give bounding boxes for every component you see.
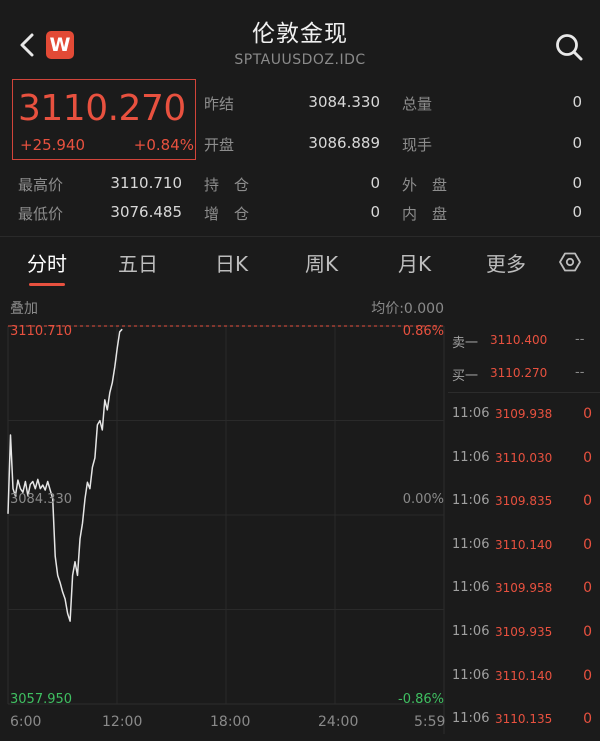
- chart-grid: [7, 325, 445, 734]
- tab-daily-k[interactable]: 日K: [215, 248, 248, 277]
- stat-label-prev-settle: 昨结: [204, 95, 235, 113]
- bid1-price: 3110.270: [490, 366, 548, 380]
- tick-time: 11:06: [452, 667, 490, 683]
- tick-row: 11:06 3110.140 0: [448, 668, 600, 698]
- stat-label-low: 最低价: [18, 205, 64, 223]
- tick-volume: 0: [583, 711, 592, 728]
- tick-time: 11:06: [452, 493, 490, 509]
- tick-row: 11:06 3110.140 0: [448, 537, 600, 567]
- pct-axis-top-label: 0.86%: [402, 324, 444, 339]
- stat-value-open: 3086.889: [308, 134, 380, 152]
- x-axis-label: 18:00: [210, 714, 251, 730]
- stat-value-current-lot: 0: [572, 134, 582, 152]
- x-axis-label: 24:00: [318, 714, 359, 730]
- tick-row: 11:06 3110.030 0: [448, 450, 600, 480]
- stat-label-high: 最高价: [18, 176, 64, 194]
- x-axis-label: 5:59: [414, 714, 446, 730]
- price-change-percent: +0.84%: [133, 136, 194, 154]
- tick-volume: 0: [583, 580, 592, 597]
- tick-row: 11:06 3109.958 0: [448, 580, 600, 610]
- tick-volume: 0: [583, 536, 592, 553]
- ask1-price: 3110.400: [490, 333, 548, 347]
- tick-time: 11:06: [452, 449, 490, 465]
- overlay-button[interactable]: 叠加: [10, 298, 38, 318]
- stat-value-total-volume: 0: [572, 93, 582, 111]
- tick-time: 11:06: [452, 711, 490, 727]
- divider: [0, 236, 600, 237]
- tick-volume: 0: [583, 493, 592, 510]
- tick-price: 3110.030: [495, 450, 553, 465]
- tab-five-day[interactable]: 五日: [118, 248, 158, 277]
- stat-value-high: 3110.710: [110, 174, 182, 192]
- settings-icon[interactable]: [558, 250, 582, 274]
- tick-time: 11:06: [452, 580, 490, 596]
- price-series-line: [7, 328, 123, 622]
- tick-price: 3110.140: [495, 668, 553, 683]
- pct-axis-bottom-label: -0.86%: [398, 692, 444, 707]
- page-title: 伦敦金现: [252, 21, 348, 47]
- tab-more[interactable]: 更多: [486, 248, 526, 277]
- stat-value-oi-change: 0: [370, 203, 380, 221]
- tick-price: 3110.135: [495, 712, 553, 727]
- bid1-volume: --: [575, 365, 585, 380]
- pct-axis-mid-label: 0.00%: [402, 492, 444, 507]
- order-book-divider: [448, 392, 600, 393]
- stat-value-low: 3076.485: [110, 203, 182, 221]
- x-axis-label: 12:00: [102, 714, 143, 730]
- tick-row: 11:06 3109.935 0: [448, 624, 600, 654]
- tab-weekly-k[interactable]: 周K: [305, 248, 338, 277]
- price-change: +25.940: [20, 136, 86, 154]
- tick-row: 11:06 3109.835 0: [448, 493, 600, 523]
- ask1-label: 卖一: [452, 336, 479, 351]
- stat-label-inner-volume: 内 盘: [402, 205, 448, 223]
- tick-volume: 0: [583, 667, 592, 684]
- tick-row: 11:06 3110.135 0: [448, 711, 600, 741]
- tick-price: 3109.935: [495, 625, 553, 639]
- stat-value-inner-volume: 0: [572, 203, 582, 221]
- search-icon[interactable]: [552, 30, 586, 64]
- tick-price: 3109.938: [495, 407, 553, 421]
- stat-label-open-interest: 持 仓: [204, 176, 250, 194]
- tick-row: 11:06 3109.938 0: [448, 406, 600, 436]
- tick-time: 11:06: [452, 406, 490, 421]
- stat-value-outer-volume: 0: [572, 174, 582, 192]
- tick-time: 11:06: [452, 624, 490, 639]
- stat-label-oi-change: 增 仓: [204, 205, 250, 223]
- last-price: 3110.270: [18, 88, 186, 129]
- stat-label-outer-volume: 外 盘: [402, 176, 448, 194]
- tab-monthly-k[interactable]: 月K: [398, 248, 431, 277]
- ask1-volume: --: [575, 332, 585, 347]
- tick-volume: 0: [583, 406, 592, 422]
- y-axis-mid-label: 3084.330: [10, 492, 73, 507]
- stat-label-current-lot: 现手: [402, 136, 433, 154]
- stat-value-open-interest: 0: [370, 174, 380, 192]
- tab-intraday[interactable]: 分时: [27, 248, 67, 277]
- tick-price: 3110.140: [495, 537, 553, 552]
- y-axis-top-label: 3110.710: [10, 324, 73, 339]
- instrument-code: SPTAUUSDOZ.IDC: [234, 52, 366, 68]
- tick-time: 11:06: [452, 536, 490, 552]
- bid1-label: 买一: [452, 369, 479, 384]
- stat-label-open: 开盘: [204, 136, 235, 154]
- tick-volume: 0: [583, 449, 592, 466]
- tick-price: 3109.958: [495, 581, 553, 596]
- tick-volume: 0: [583, 624, 592, 640]
- stat-label-total-volume: 总量: [402, 95, 433, 113]
- y-axis-bottom-label: 3057.950: [10, 692, 73, 707]
- stat-value-prev-settle: 3084.330: [308, 93, 380, 111]
- x-axis-label: 6:00: [10, 714, 42, 730]
- avg-price-label: 均价:0.000: [371, 301, 444, 317]
- tick-price: 3109.835: [495, 494, 553, 509]
- active-tab-indicator: [29, 283, 65, 286]
